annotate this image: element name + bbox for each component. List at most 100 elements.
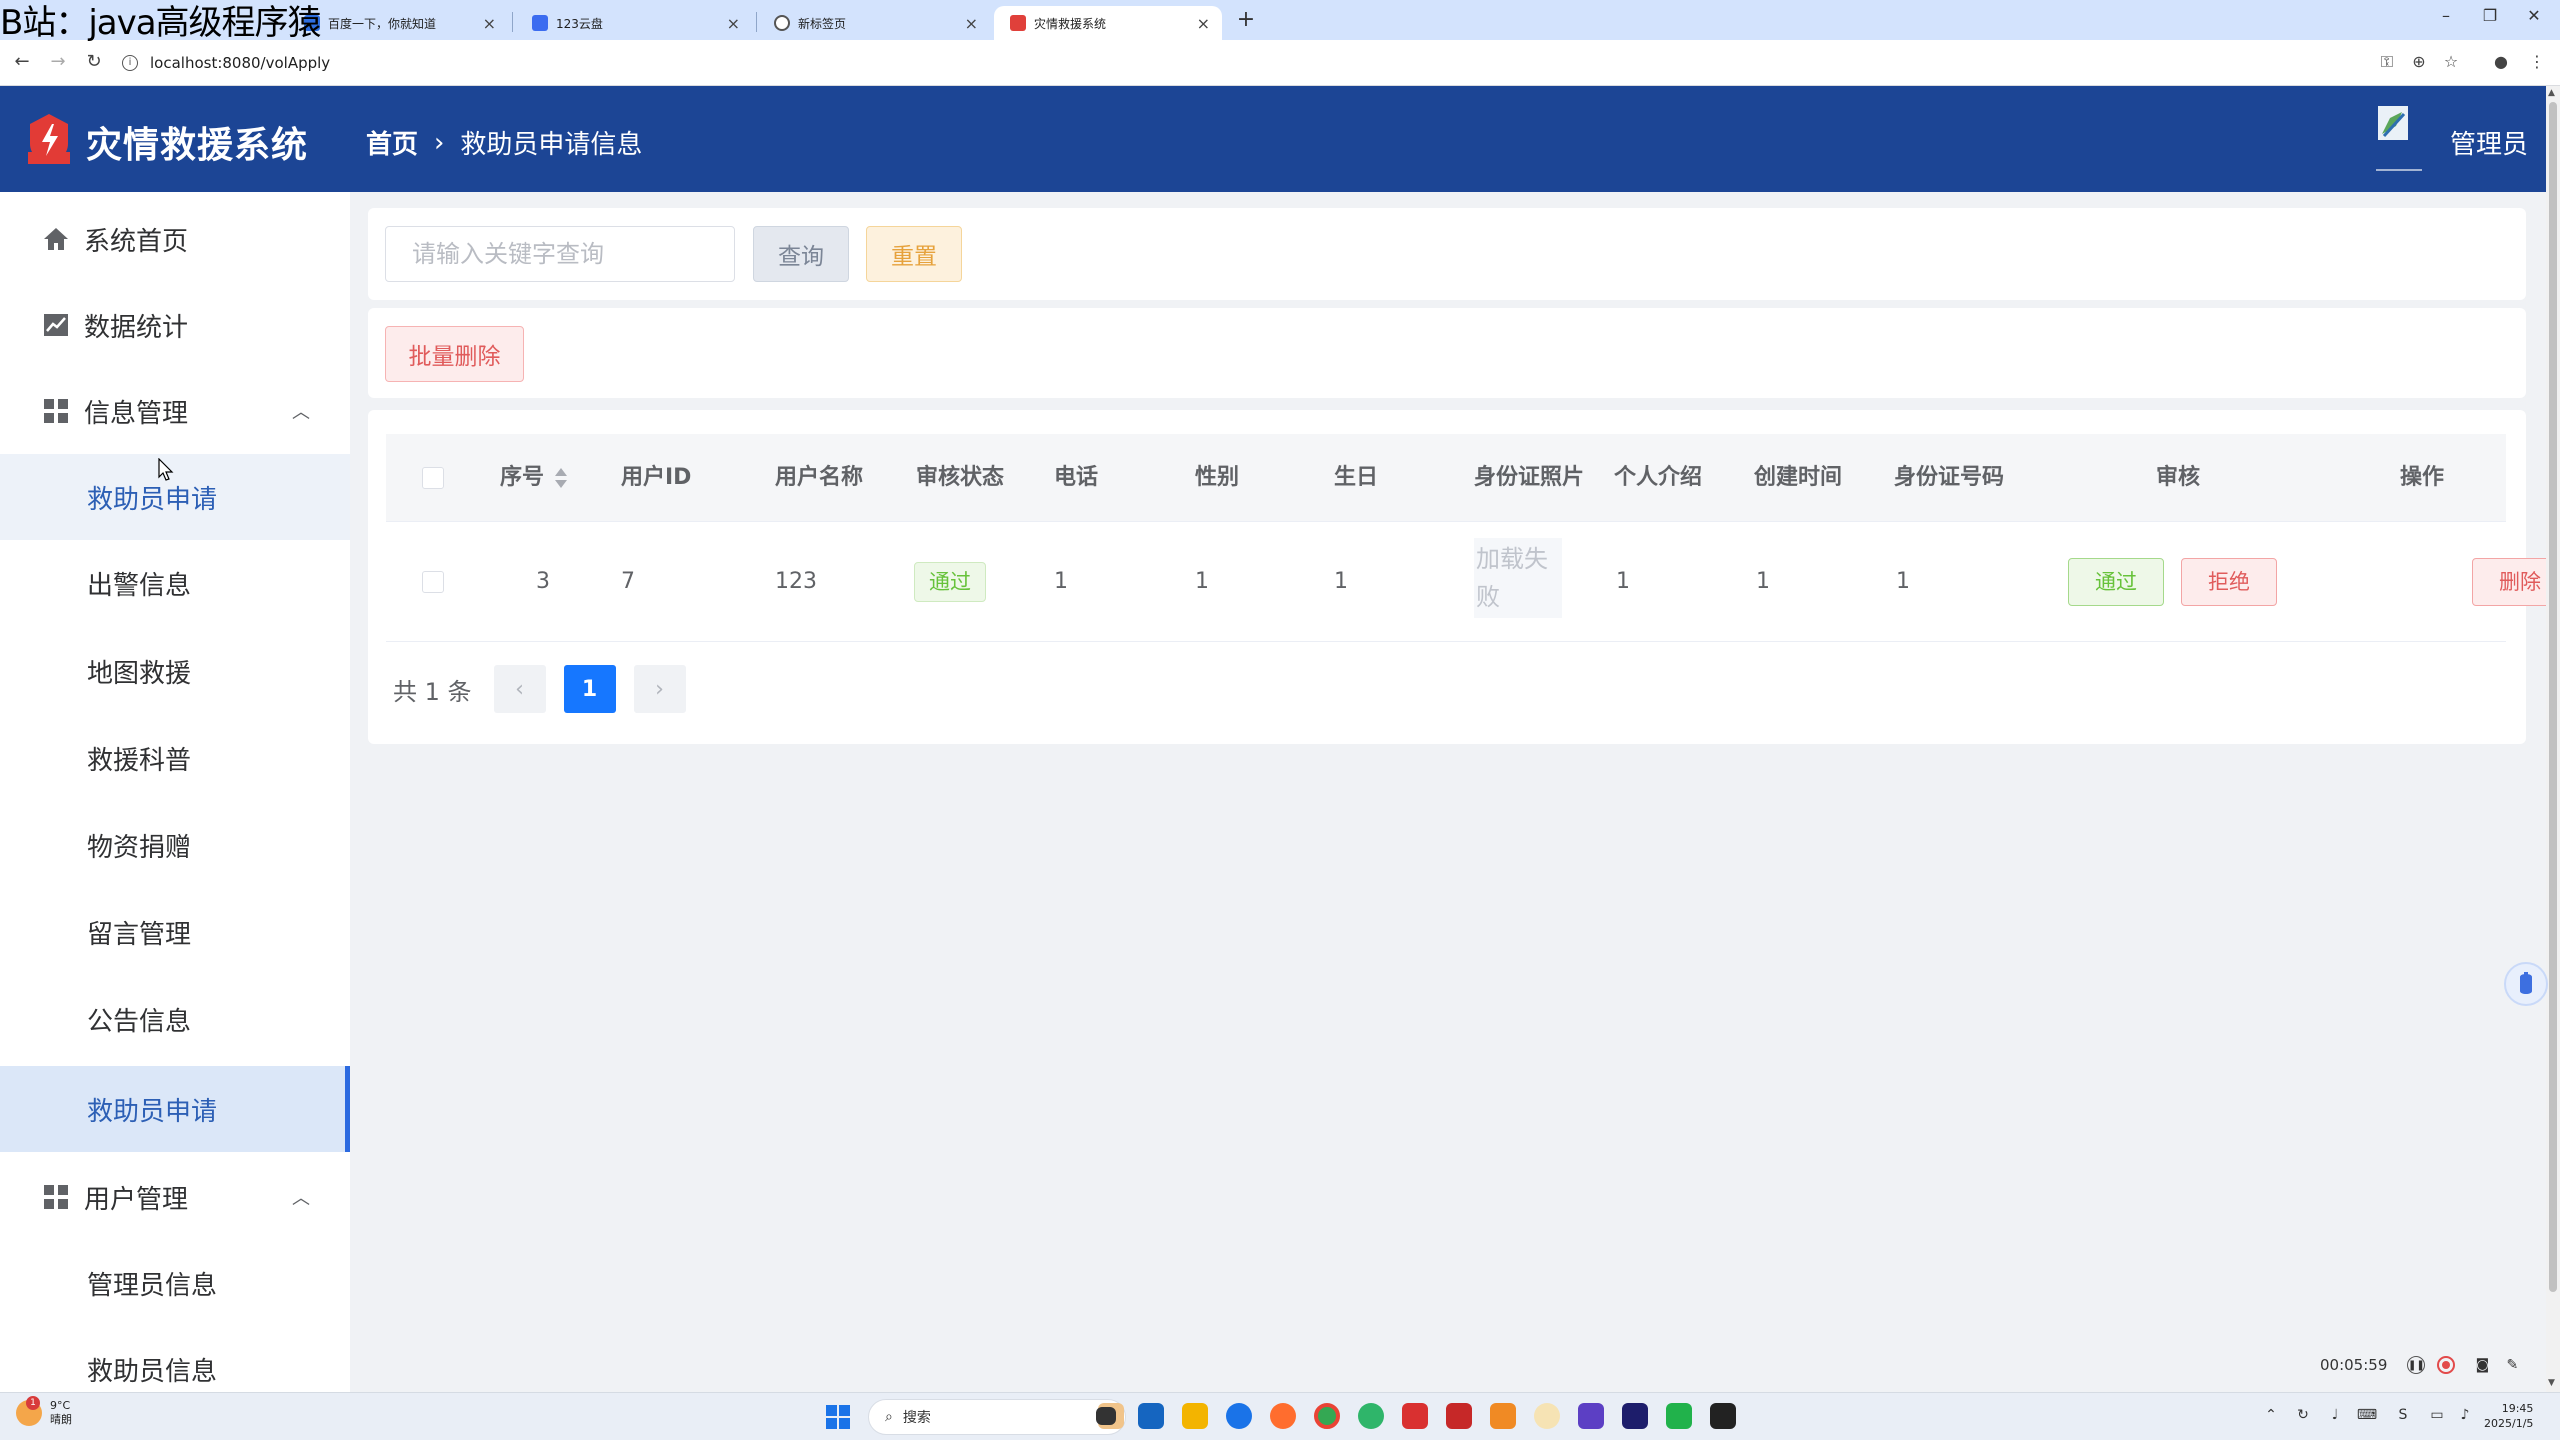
tab-disaster-system[interactable]: 灾情救援系统 × — [994, 6, 1222, 40]
sidebar-item-vol-apply[interactable]: 救助员申请 — [0, 454, 350, 540]
pen-icon[interactable]: ✎ — [2503, 1356, 2521, 1374]
close-icon[interactable]: × — [1197, 14, 1210, 33]
tab-123pan[interactable]: 123云盘 × — [516, 6, 752, 40]
weather-widget[interactable]: 1 9°C 晴朗 — [16, 1396, 72, 1427]
sidebar-item-home[interactable]: 系统首页 — [0, 196, 350, 282]
terminal-icon[interactable] — [1710, 1403, 1736, 1429]
approve-button[interactable]: 通过 — [2068, 558, 2164, 606]
reject-button[interactable]: 拒绝 — [2181, 558, 2277, 606]
store-icon[interactable] — [1138, 1403, 1164, 1429]
firefox-icon[interactable] — [1270, 1403, 1296, 1429]
sidebar-item-notices[interactable]: 公告信息 — [0, 976, 350, 1062]
app-red-icon[interactable] — [1446, 1403, 1472, 1429]
search-input[interactable] — [385, 226, 735, 282]
clock-date: 2025/1/5 — [2484, 1417, 2534, 1430]
app-title: 灾情救援系统 — [86, 125, 309, 166]
sync-icon[interactable]: ↻ — [2292, 1407, 2314, 1423]
password-key-icon[interactable]: ⚿ — [2376, 52, 2398, 72]
bookmark-star-icon[interactable]: ☆ — [2440, 52, 2462, 71]
chevron-up-icon: ︿ — [292, 402, 310, 423]
total-count: 共 1 条 — [393, 677, 472, 706]
windows-start-icon[interactable] — [826, 1405, 850, 1429]
cell-gender: 1 — [1195, 569, 1209, 594]
sidebar-item-messages[interactable]: 留言管理 — [0, 889, 350, 975]
sidebar-item-stats[interactable]: 数据统计 — [0, 282, 350, 368]
zoom-icon[interactable]: ⊕ — [2408, 52, 2430, 71]
chrome-taskbar-icon[interactable] — [1314, 1403, 1340, 1429]
breadcrumb-home[interactable]: 首页 — [366, 124, 418, 161]
sidebar-item-donation[interactable]: 物资捐赠 — [0, 802, 350, 888]
floating-assistant-icon[interactable] — [2504, 962, 2548, 1006]
id-photo-placeholder[interactable]: 加载失败 — [1474, 538, 1562, 618]
sidebar-item-vol-apply-active[interactable]: 救助员申请 — [0, 1066, 350, 1152]
edge-icon[interactable] — [1358, 1403, 1384, 1429]
keyboard-icon[interactable]: ⌨ — [2356, 1407, 2378, 1423]
wps-icon[interactable] — [1402, 1403, 1428, 1429]
microphone-icon[interactable]: ♩ — [2324, 1407, 2346, 1423]
user-name[interactable]: 管理员 — [2450, 124, 2528, 161]
column-header: 审核 — [2156, 465, 2201, 490]
site-info-icon[interactable]: i — [122, 55, 138, 71]
scroll-thumb[interactable] — [2549, 102, 2557, 1292]
volume-icon[interactable]: ♪ — [2454, 1407, 2476, 1423]
profile-icon[interactable]: ● — [2490, 52, 2512, 71]
sidebar-group-info[interactable]: 信息管理 ︿ — [0, 368, 350, 454]
hbuilder-icon[interactable] — [1666, 1403, 1692, 1429]
back-icon[interactable]: ← — [10, 51, 34, 72]
reload-icon[interactable]: ↻ — [82, 51, 106, 72]
close-icon[interactable]: × — [965, 14, 978, 33]
task-view-icon[interactable] — [1096, 1407, 1116, 1425]
sidebar-item-volunteer-info[interactable]: 救助员信息 — [0, 1326, 350, 1392]
app-cat-icon[interactable] — [1534, 1403, 1560, 1429]
system-clock[interactable]: 19:45 2025/1/5 — [2484, 1401, 2533, 1431]
network-icon[interactable]: ▭ — [2426, 1407, 2448, 1423]
app-orange-icon[interactable] — [1490, 1403, 1516, 1429]
tab-label: 新标签页 — [798, 16, 847, 31]
column-header: 个人介绍 — [1614, 465, 1703, 490]
column-header: 身份证号码 — [1894, 465, 2005, 490]
sidebar-item-admin-info[interactable]: 管理员信息 — [0, 1240, 350, 1326]
select-all-checkbox[interactable] — [422, 467, 444, 489]
new-tab-button[interactable]: + — [1232, 6, 1260, 34]
sidebar-item-dispatch[interactable]: 出警信息 — [0, 540, 350, 626]
input-method-icon[interactable]: S — [2392, 1407, 2414, 1423]
scroll-up-icon[interactable]: ▲ — [2548, 88, 2555, 98]
intellij-icon[interactable] — [1622, 1403, 1648, 1429]
app-blue-circle-icon[interactable] — [1226, 1403, 1252, 1429]
batch-delete-button[interactable]: 批量删除 — [385, 326, 524, 382]
url-field[interactable]: i localhost:8080/volApply — [122, 47, 2342, 79]
tab-baidu[interactable]: 百度一下，你就知道 × — [288, 6, 508, 40]
page-scrollbar[interactable]: ▲ ▼ — [2546, 86, 2560, 1392]
scroll-down-icon[interactable]: ▼ — [2548, 1378, 2555, 1388]
chevron-up-icon[interactable]: ⌃ — [2260, 1407, 2282, 1423]
file-explorer-icon[interactable] — [1182, 1403, 1208, 1429]
cell-index: 3 — [536, 569, 550, 594]
forward-icon[interactable]: → — [46, 51, 70, 72]
sidebar-item-rescue-science[interactable]: 救援科普 — [0, 715, 350, 801]
sidebar-item-map-rescue[interactable]: 地图救援 — [0, 628, 350, 714]
reset-button[interactable]: 重置 — [866, 226, 962, 282]
column-header: 序号 — [500, 465, 545, 490]
tab-newtab[interactable]: 新标签页 × — [758, 6, 990, 40]
weather-sun-icon: 1 — [16, 1396, 42, 1426]
sidebar-group-user[interactable]: 用户管理 ︿ — [0, 1154, 350, 1240]
page-number[interactable]: 1 — [563, 665, 616, 713]
app-purple-icon[interactable] — [1578, 1403, 1604, 1429]
avatar[interactable] — [2374, 104, 2424, 174]
close-icon[interactable]: × — [727, 14, 740, 33]
close-icon[interactable]: × — [483, 14, 496, 33]
query-button[interactable]: 查询 — [753, 226, 849, 282]
taskbar-search[interactable]: ⌕ 搜索 — [868, 1399, 1126, 1435]
close-window-button[interactable]: ✕ — [2514, 6, 2554, 25]
search-icon: ⌕ — [885, 1409, 893, 1425]
next-page-button[interactable]: › — [633, 665, 686, 713]
row-checkbox[interactable] — [422, 571, 444, 593]
sort-icon[interactable] — [554, 466, 568, 490]
menu-kebab-icon[interactable]: ⋮ — [2526, 52, 2548, 71]
minimize-button[interactable]: – — [2426, 6, 2466, 25]
prev-page-button[interactable]: ‹ — [493, 665, 546, 713]
stop-record-icon[interactable] — [2437, 1356, 2456, 1374]
pause-icon[interactable]: ❚❚ — [2407, 1356, 2426, 1374]
camera-icon[interactable]: ◙ — [2473, 1356, 2491, 1374]
restore-button[interactable]: ❐ — [2470, 6, 2510, 25]
